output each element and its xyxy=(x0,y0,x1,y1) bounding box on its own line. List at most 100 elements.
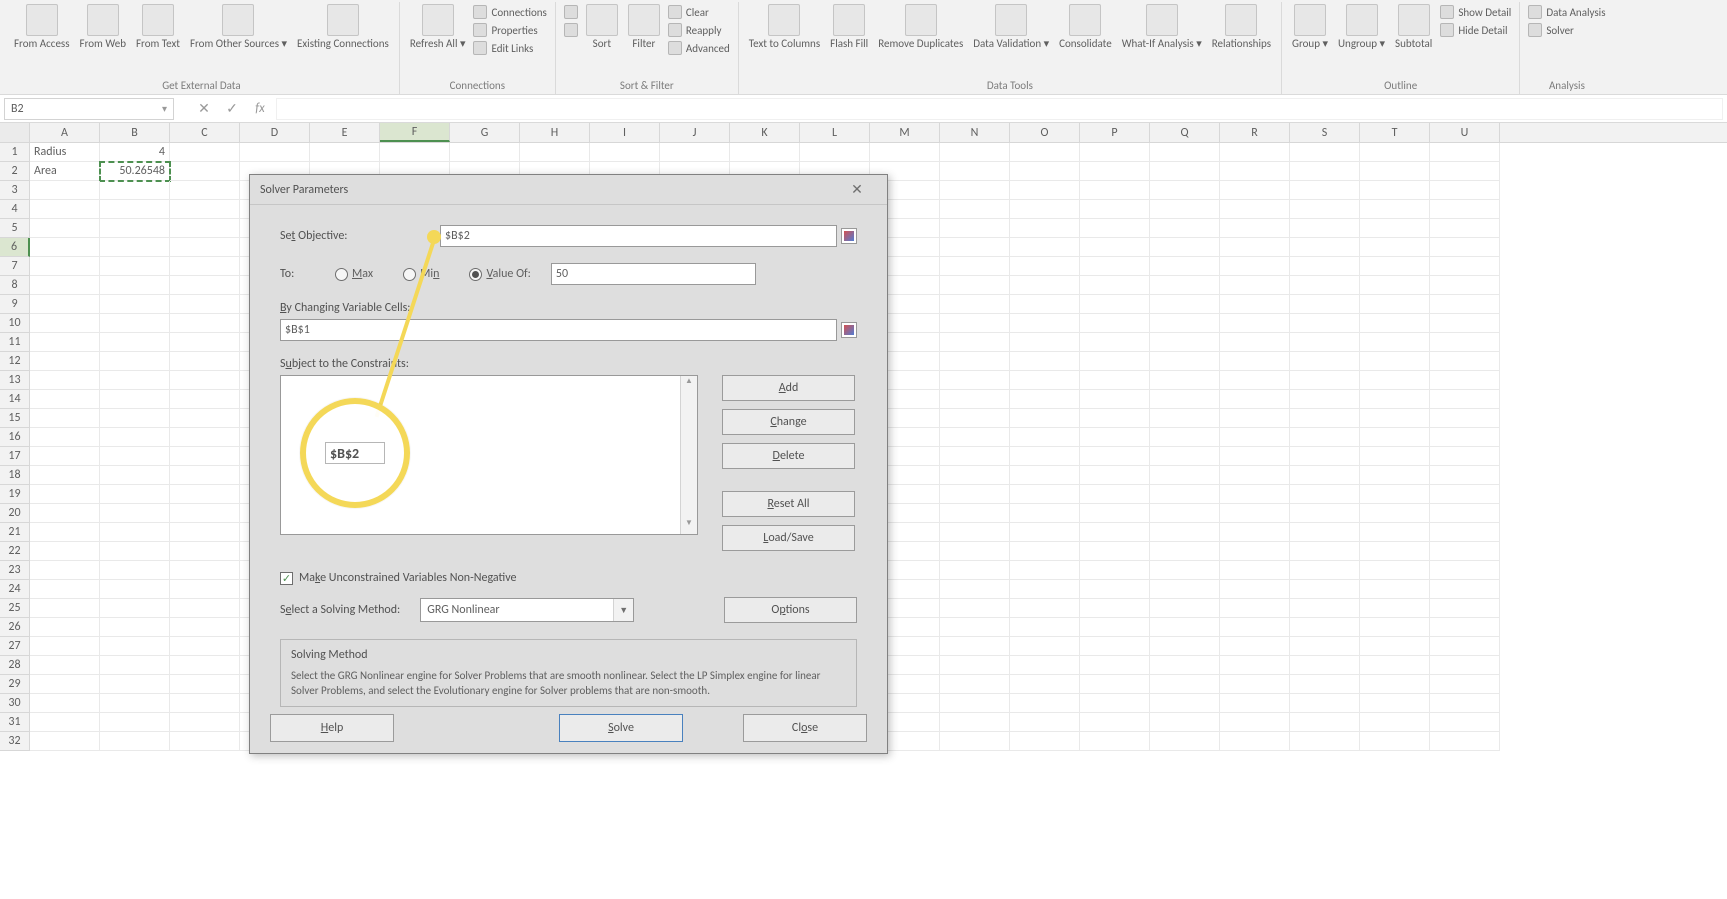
cell[interactable] xyxy=(100,333,170,352)
cell[interactable] xyxy=(1080,200,1150,219)
cell[interactable] xyxy=(100,561,170,580)
max-radio[interactable]: Max xyxy=(335,267,373,281)
scrollbar[interactable]: ▲ ▼ xyxy=(680,376,697,534)
cell[interactable] xyxy=(100,523,170,542)
cell[interactable] xyxy=(1150,143,1220,162)
column-header[interactable]: T xyxy=(1360,123,1430,142)
cell[interactable] xyxy=(30,295,100,314)
cell[interactable] xyxy=(30,523,100,542)
solve-button[interactable]: Solve xyxy=(559,714,683,742)
row-header[interactable]: 14 xyxy=(0,390,30,409)
column-header[interactable]: J xyxy=(660,123,730,142)
cell[interactable] xyxy=(1220,295,1290,314)
cell[interactable] xyxy=(170,238,240,257)
cell[interactable] xyxy=(1290,352,1360,371)
cell[interactable] xyxy=(1360,352,1430,371)
dialog-titlebar[interactable]: Solver Parameters ✕ xyxy=(250,175,887,205)
row-header[interactable]: 8 xyxy=(0,276,30,295)
cell[interactable] xyxy=(1290,618,1360,637)
cell[interactable] xyxy=(1150,485,1220,504)
cell[interactable] xyxy=(1150,181,1220,200)
cell[interactable] xyxy=(1290,504,1360,523)
cell[interactable] xyxy=(1430,599,1500,618)
cell[interactable] xyxy=(940,257,1010,276)
cell[interactable] xyxy=(450,143,520,162)
cell[interactable] xyxy=(940,713,1010,732)
cell[interactable]: 50.26548 xyxy=(100,162,170,181)
add-constraint-button[interactable]: Add xyxy=(722,375,855,401)
cell[interactable] xyxy=(940,561,1010,580)
cell[interactable] xyxy=(1290,276,1360,295)
row-header[interactable]: 7 xyxy=(0,257,30,276)
cell[interactable] xyxy=(1430,238,1500,257)
cell[interactable] xyxy=(1360,276,1430,295)
row-header[interactable]: 15 xyxy=(0,409,30,428)
cell[interactable] xyxy=(100,447,170,466)
row-header[interactable]: 12 xyxy=(0,352,30,371)
ungroup-button[interactable]: Ungroup ▾ xyxy=(1334,2,1389,52)
cell[interactable] xyxy=(1080,656,1150,675)
chevron-down-icon[interactable]: ▼ xyxy=(613,599,633,621)
cell[interactable] xyxy=(940,409,1010,428)
cell[interactable] xyxy=(1430,485,1500,504)
cell[interactable] xyxy=(1430,409,1500,428)
cell[interactable] xyxy=(30,542,100,561)
cell[interactable] xyxy=(1290,523,1360,542)
cell[interactable] xyxy=(1360,504,1430,523)
cell[interactable]: 4 xyxy=(100,143,170,162)
cell[interactable] xyxy=(100,656,170,675)
flash-fill-button[interactable]: Flash Fill xyxy=(826,2,872,52)
cell[interactable] xyxy=(1290,637,1360,656)
cell[interactable] xyxy=(1290,656,1360,675)
cell[interactable] xyxy=(1080,162,1150,181)
cell[interactable] xyxy=(30,276,100,295)
cell[interactable] xyxy=(30,656,100,675)
cell[interactable] xyxy=(1080,447,1150,466)
cell[interactable] xyxy=(170,143,240,162)
cell[interactable] xyxy=(1430,694,1500,713)
cell[interactable] xyxy=(1080,485,1150,504)
cell[interactable] xyxy=(1080,504,1150,523)
cell[interactable] xyxy=(170,352,240,371)
column-header[interactable]: P xyxy=(1080,123,1150,142)
properties-button[interactable]: Properties xyxy=(471,22,548,38)
cell[interactable] xyxy=(1430,561,1500,580)
cell[interactable] xyxy=(1220,181,1290,200)
cell[interactable] xyxy=(1220,447,1290,466)
cell[interactable] xyxy=(1360,181,1430,200)
hide-detail-button[interactable]: Hide Detail xyxy=(1438,22,1513,38)
relationships-button[interactable]: Relationships xyxy=(1208,2,1275,52)
column-header[interactable]: Q xyxy=(1150,123,1220,142)
cell[interactable]: Area xyxy=(30,162,100,181)
name-box[interactable]: B2 ▾ xyxy=(4,98,174,120)
options-button[interactable]: Options xyxy=(724,597,857,623)
cell[interactable] xyxy=(1430,466,1500,485)
cell[interactable] xyxy=(1220,485,1290,504)
column-header[interactable]: O xyxy=(1010,123,1080,142)
cell[interactable] xyxy=(870,143,940,162)
row-header[interactable]: 5 xyxy=(0,219,30,238)
cell[interactable] xyxy=(1150,447,1220,466)
cell[interactable] xyxy=(30,504,100,523)
cell[interactable] xyxy=(1360,200,1430,219)
cell[interactable] xyxy=(1220,466,1290,485)
cell[interactable] xyxy=(170,637,240,656)
cell[interactable] xyxy=(30,447,100,466)
cell[interactable] xyxy=(1010,447,1080,466)
cell[interactable] xyxy=(30,333,100,352)
row-header[interactable]: 1 xyxy=(0,143,30,162)
cell[interactable] xyxy=(1290,181,1360,200)
cell[interactable]: Radius xyxy=(30,143,100,162)
row-header[interactable]: 4 xyxy=(0,200,30,219)
cell[interactable] xyxy=(170,656,240,675)
cell[interactable] xyxy=(380,143,450,162)
cell[interactable] xyxy=(1360,390,1430,409)
cell[interactable] xyxy=(1220,276,1290,295)
cell[interactable] xyxy=(1360,257,1430,276)
cell[interactable] xyxy=(170,732,240,751)
cell[interactable] xyxy=(1290,428,1360,447)
cell[interactable] xyxy=(1430,333,1500,352)
cell[interactable] xyxy=(1430,200,1500,219)
cell[interactable] xyxy=(1430,656,1500,675)
cell[interactable] xyxy=(100,257,170,276)
